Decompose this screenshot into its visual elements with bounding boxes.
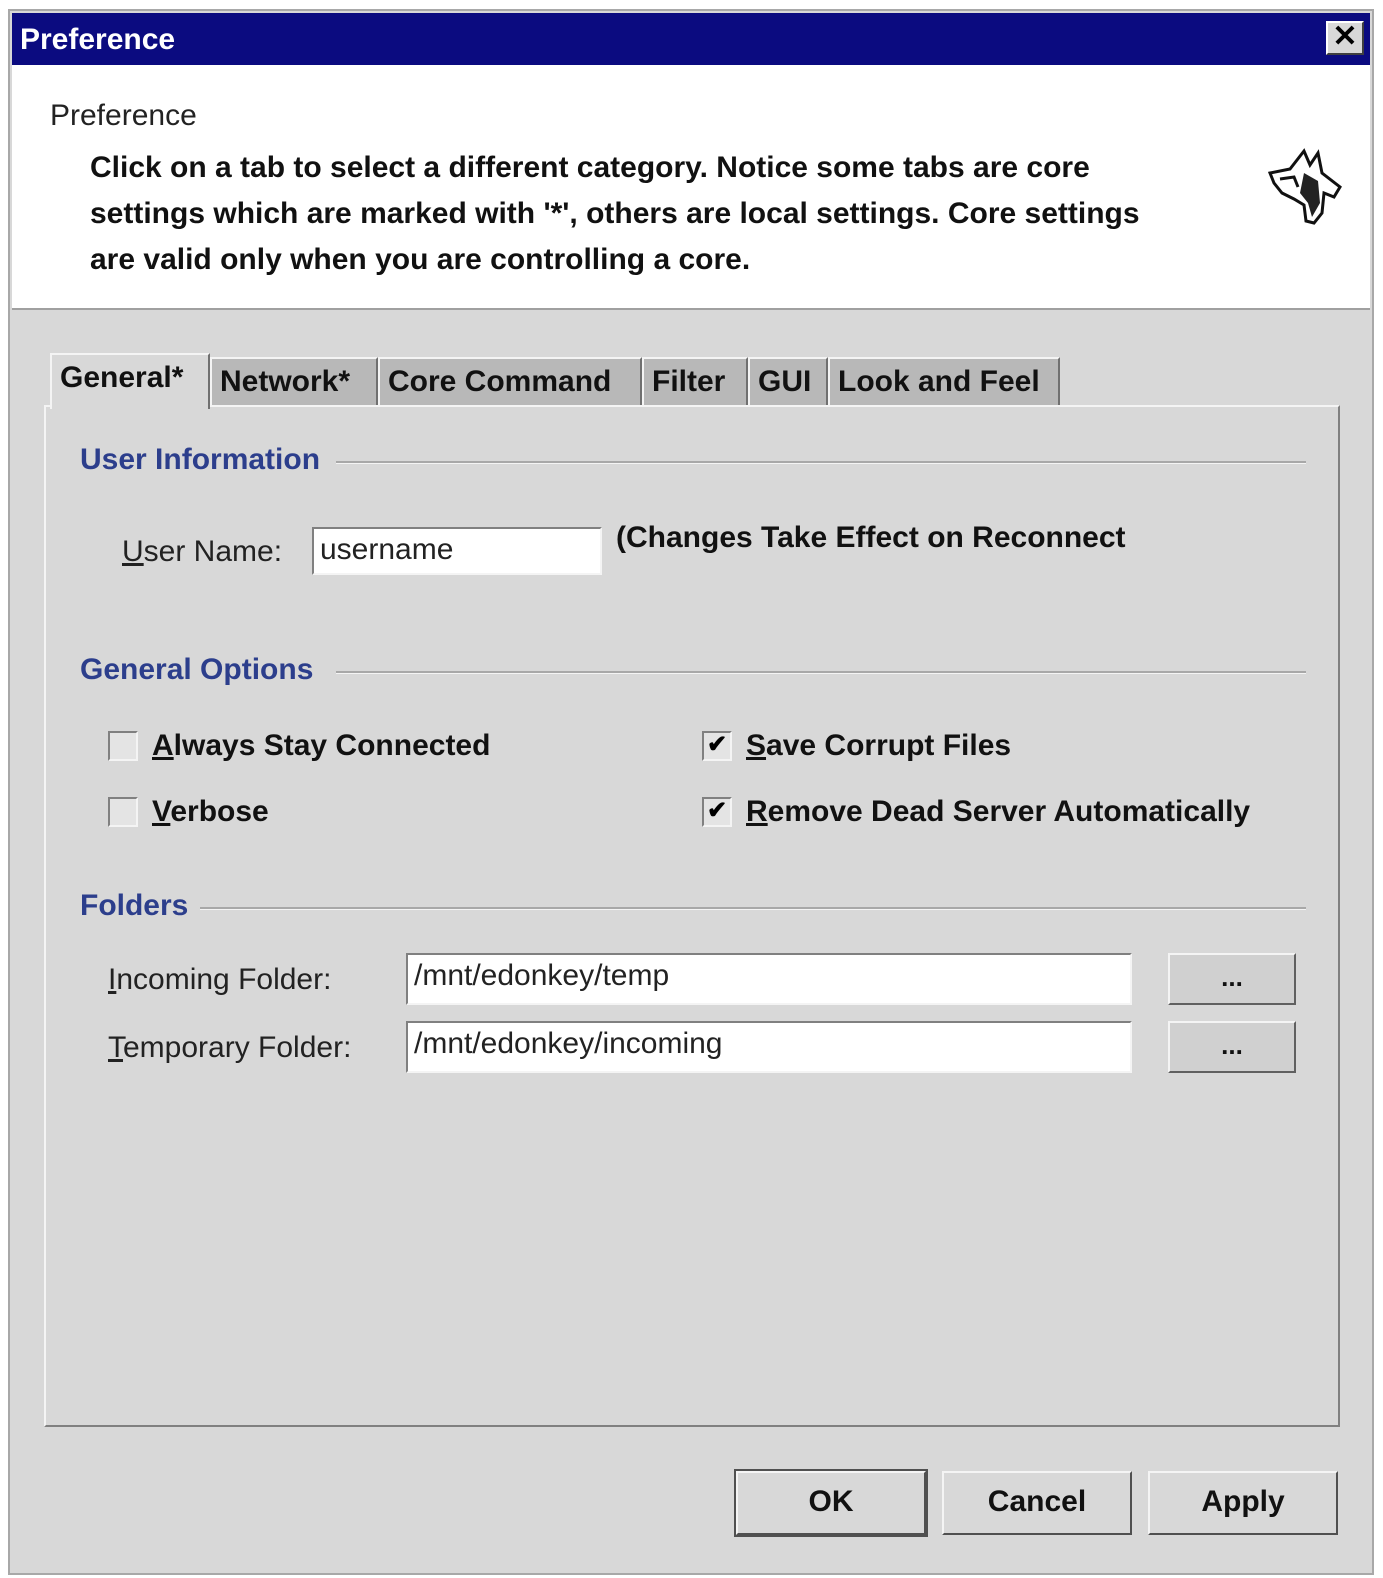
temporary-folder-label: Temporary Folder: xyxy=(108,1031,352,1064)
apply-button[interactable]: Apply xyxy=(1148,1471,1338,1535)
general-options-title: General Options xyxy=(80,653,326,687)
user-name-field[interactable]: username xyxy=(312,527,602,575)
remove-dead-server-checkbox[interactable]: ✔ Remove Dead Server Automatically xyxy=(702,795,1250,829)
user-information-title: User Information xyxy=(80,443,333,477)
window-title: Preference xyxy=(20,23,176,56)
save-corrupt-files-checkbox[interactable]: ✔ Save Corrupt Files xyxy=(702,729,1011,763)
temporary-browse-button[interactable]: ... xyxy=(1168,1021,1296,1073)
reconnect-note: (Changes Take Effect on Reconnect xyxy=(616,521,1126,554)
tab-gui[interactable]: GUI xyxy=(748,357,828,405)
folders-title: Folders xyxy=(80,889,201,923)
checkbox-label: Verbose xyxy=(152,795,269,828)
temporary-folder-field[interactable]: /mnt/edonkey/incoming xyxy=(406,1021,1132,1073)
checkmark-icon[interactable]: ✔ xyxy=(702,797,732,827)
tab-core-command[interactable]: Core Command xyxy=(378,357,642,405)
tab-network[interactable]: Network* xyxy=(210,357,378,405)
checkbox-label: Save Corrupt Files xyxy=(746,729,1012,762)
incoming-folder-field[interactable]: /mnt/edonkey/temp xyxy=(406,953,1132,1005)
always-stay-connected-checkbox[interactable]: Always Stay Connected xyxy=(108,729,490,763)
verbose-checkbox[interactable]: Verbose xyxy=(108,795,269,829)
close-icon: ✕ xyxy=(1332,20,1358,53)
checkbox-box[interactable] xyxy=(108,797,138,827)
incoming-browse-button[interactable]: ... xyxy=(1168,953,1296,1005)
checkbox-label: Always Stay Connected xyxy=(152,729,491,762)
tab-look-and-feel[interactable]: Look and Feel xyxy=(828,357,1060,405)
donkey-logo-icon xyxy=(1267,148,1342,225)
user-name-label: User Name: xyxy=(122,535,283,568)
section-divider xyxy=(336,671,1306,674)
tab-filter[interactable]: Filter xyxy=(642,357,748,405)
close-button[interactable]: ✕ xyxy=(1326,21,1364,55)
dialog-header: Preference Click on a tab to select a di… xyxy=(12,65,1370,310)
header-title: Preference xyxy=(50,99,197,132)
ok-button[interactable]: OK xyxy=(734,1469,928,1537)
section-divider xyxy=(196,907,1306,910)
cancel-button[interactable]: Cancel xyxy=(942,1471,1132,1535)
preference-dialog: Preference ✕ Preference Click on a tab t… xyxy=(8,9,1374,1575)
checkbox-label: Remove Dead Server Automatically xyxy=(746,795,1251,828)
title-bar[interactable]: Preference ✕ xyxy=(12,13,1370,65)
general-tab-panel: User Information User Name: username (Ch… xyxy=(44,405,1340,1427)
checkmark-icon[interactable]: ✔ xyxy=(702,731,732,761)
section-divider xyxy=(336,461,1306,464)
header-description: Click on a tab to select a different cat… xyxy=(90,151,1140,276)
incoming-folder-label: Incoming Folder: xyxy=(108,963,332,996)
checkbox-box[interactable] xyxy=(108,731,138,761)
tab-general[interactable]: General* xyxy=(50,353,210,409)
